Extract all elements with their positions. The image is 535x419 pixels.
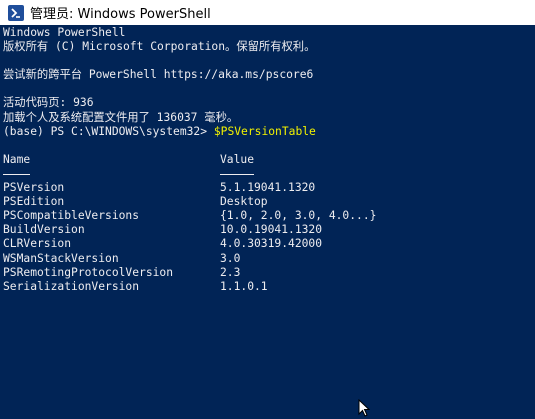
table-header-underline — [0, 167, 535, 181]
table-row: PSVersion 5.1.19041.1320 — [0, 181, 535, 195]
title-bar[interactable]: 管理员: Windows PowerShell — [0, 0, 535, 25]
prompt-line: (base) PS C:\WINDOWS\system32> $PSVersio… — [0, 125, 535, 139]
row-value: 1.1.0.1 — [220, 279, 268, 293]
command-text: $PSVersionTable — [213, 124, 316, 138]
row-value: 5.1.19041.1320 — [220, 181, 316, 195]
row-name: WSManStackVersion — [3, 251, 119, 265]
table-row: PSEdition Desktop — [0, 195, 535, 209]
console-line: 尝试新的跨平台 PowerShell https://aka.ms/pscore… — [3, 68, 314, 82]
console-line: 活动代码页: 936 — [3, 96, 94, 110]
value-underline — [220, 173, 254, 175]
powershell-window: 管理员: Windows PowerShell Windows PowerShe… — [0, 0, 535, 419]
powershell-icon — [8, 4, 24, 21]
table-row: PSCompatibleVersions {1.0, 2.0, 3.0, 4.0… — [0, 209, 535, 223]
column-header-value: Value — [220, 152, 255, 166]
table-row: BuildVersion 10.0.19041.1320 — [0, 223, 535, 237]
prompt: (base) PS C:\WINDOWS\system32> — [3, 124, 214, 138]
row-value: 4.0.30319.42000 — [220, 237, 323, 251]
table-header-row: Name Value — [0, 153, 535, 167]
table-row: PSRemotingProtocolVersion 2.3 — [0, 266, 535, 280]
column-header-name: Name — [3, 152, 31, 166]
row-value: Desktop — [220, 195, 268, 209]
name-underline — [3, 173, 30, 175]
table-row: WSManStackVersion 3.0 — [0, 252, 535, 266]
row-name: BuildVersion — [3, 223, 85, 237]
window-title: 管理员: Windows PowerShell — [30, 7, 211, 22]
console-line: 加载个人及系统配置文件用了 136037 毫秒。 — [3, 110, 239, 124]
row-value: {1.0, 2.0, 3.0, 4.0...} — [220, 209, 377, 223]
console-line: 版权所有 (C) Microsoft Corporation。保留所有权利。 — [3, 40, 316, 54]
row-name: PSCompatibleVersions — [3, 209, 140, 223]
row-name: SerializationVersion — [3, 279, 140, 293]
table-row: SerializationVersion 1.1.0.1 — [0, 280, 535, 294]
table-row: CLRVersion 4.0.30319.42000 — [0, 237, 535, 251]
row-name: CLRVersion — [3, 237, 72, 251]
row-value: 10.0.19041.1320 — [220, 223, 323, 237]
console-output[interactable]: Windows PowerShell 版权所有 (C) Microsoft Co… — [0, 26, 535, 419]
mouse-pointer-icon — [358, 399, 370, 417]
row-name: PSRemotingProtocolVersion — [3, 265, 174, 279]
row-value: 2.3 — [220, 265, 241, 279]
console-line: Windows PowerShell — [3, 26, 126, 39]
row-value: 3.0 — [220, 251, 241, 265]
row-name: PSEdition — [3, 195, 65, 209]
row-name: PSVersion — [3, 181, 65, 195]
